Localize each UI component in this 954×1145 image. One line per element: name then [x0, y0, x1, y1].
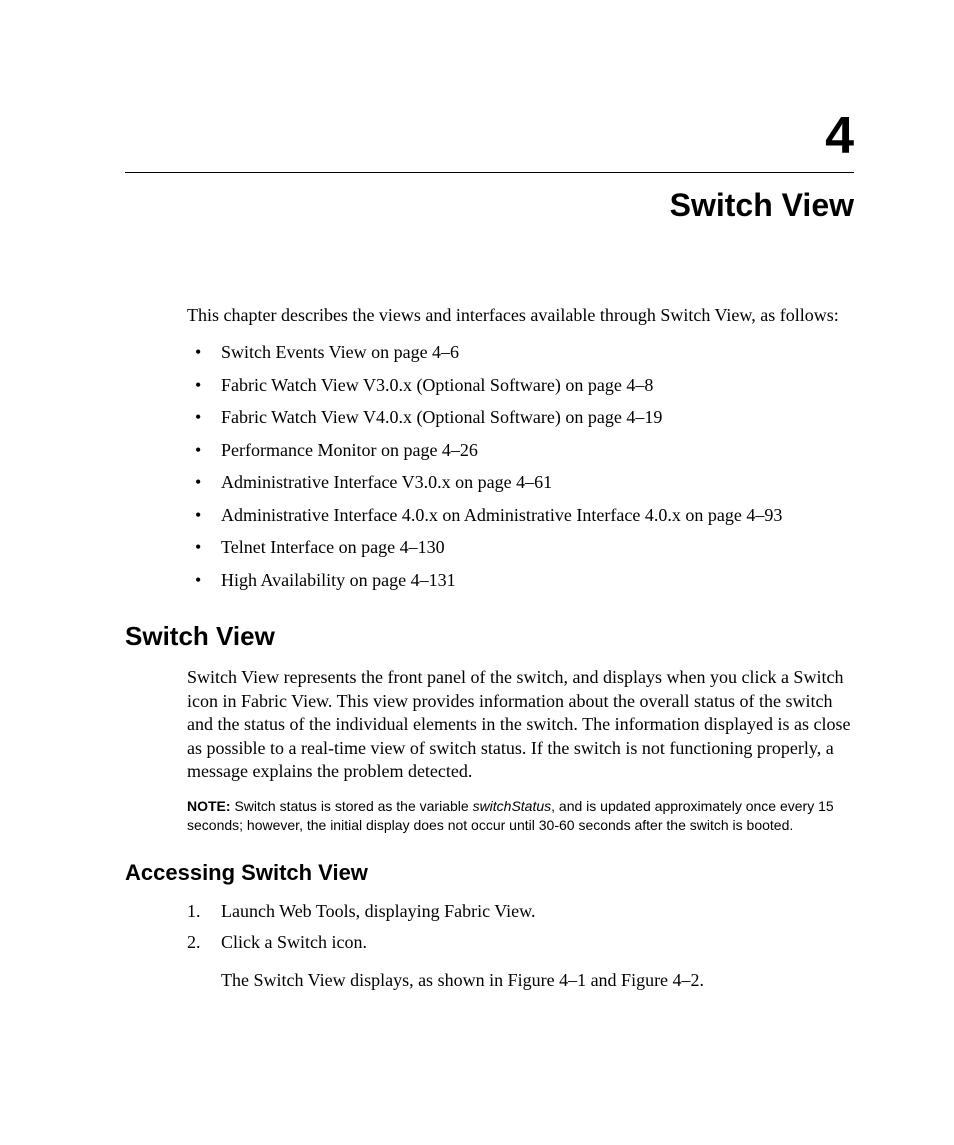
chapter-number: 4	[125, 110, 854, 162]
list-item: High Availability on page 4–131	[187, 569, 854, 592]
list-item: 2. Click a Switch icon. The Switch View …	[187, 931, 854, 992]
chapter-toc-list: Switch Events View on page 4–6 Fabric Wa…	[187, 341, 854, 591]
step-text: Click a Switch icon.	[221, 932, 367, 952]
intro-block: This chapter describes the views and int…	[187, 304, 854, 591]
document-page: 4 Switch View This chapter describes the…	[0, 0, 954, 1145]
list-item: Fabric Watch View V3.0.x (Optional Softw…	[187, 374, 854, 397]
list-item: Administrative Interface 4.0.x on Admini…	[187, 504, 854, 527]
section1-body: Switch View represents the front panel o…	[187, 666, 854, 833]
section-heading-switch-view: Switch View	[125, 621, 854, 652]
section-heading-accessing: Accessing Switch View	[125, 860, 854, 886]
list-item: Administrative Interface V3.0.x on page …	[187, 471, 854, 494]
note-label: NOTE:	[187, 798, 231, 814]
step-number: 1.	[187, 900, 201, 923]
section1-paragraph: Switch View represents the front panel o…	[187, 666, 854, 783]
intro-paragraph: This chapter describes the views and int…	[187, 304, 854, 327]
step-result: The Switch View displays, as shown in Fi…	[221, 969, 854, 992]
list-item: Fabric Watch View V4.0.x (Optional Softw…	[187, 406, 854, 429]
list-item: Telnet Interface on page 4–130	[187, 536, 854, 559]
note-variable: switchStatus	[473, 798, 552, 814]
step-text: Launch Web Tools, displaying Fabric View…	[221, 901, 536, 921]
list-item: Performance Monitor on page 4–26	[187, 439, 854, 462]
list-item: 1. Launch Web Tools, displaying Fabric V…	[187, 900, 854, 923]
chapter-title: Switch View	[125, 187, 854, 224]
section2-body: 1. Launch Web Tools, displaying Fabric V…	[187, 900, 854, 992]
horizontal-rule	[125, 172, 854, 173]
note-block: NOTE: Switch status is stored as the var…	[187, 797, 854, 833]
step-number: 2.	[187, 931, 201, 954]
steps-list: 1. Launch Web Tools, displaying Fabric V…	[187, 900, 854, 992]
list-item: Switch Events View on page 4–6	[187, 341, 854, 364]
note-text-pre: Switch status is stored as the variable	[231, 798, 473, 814]
